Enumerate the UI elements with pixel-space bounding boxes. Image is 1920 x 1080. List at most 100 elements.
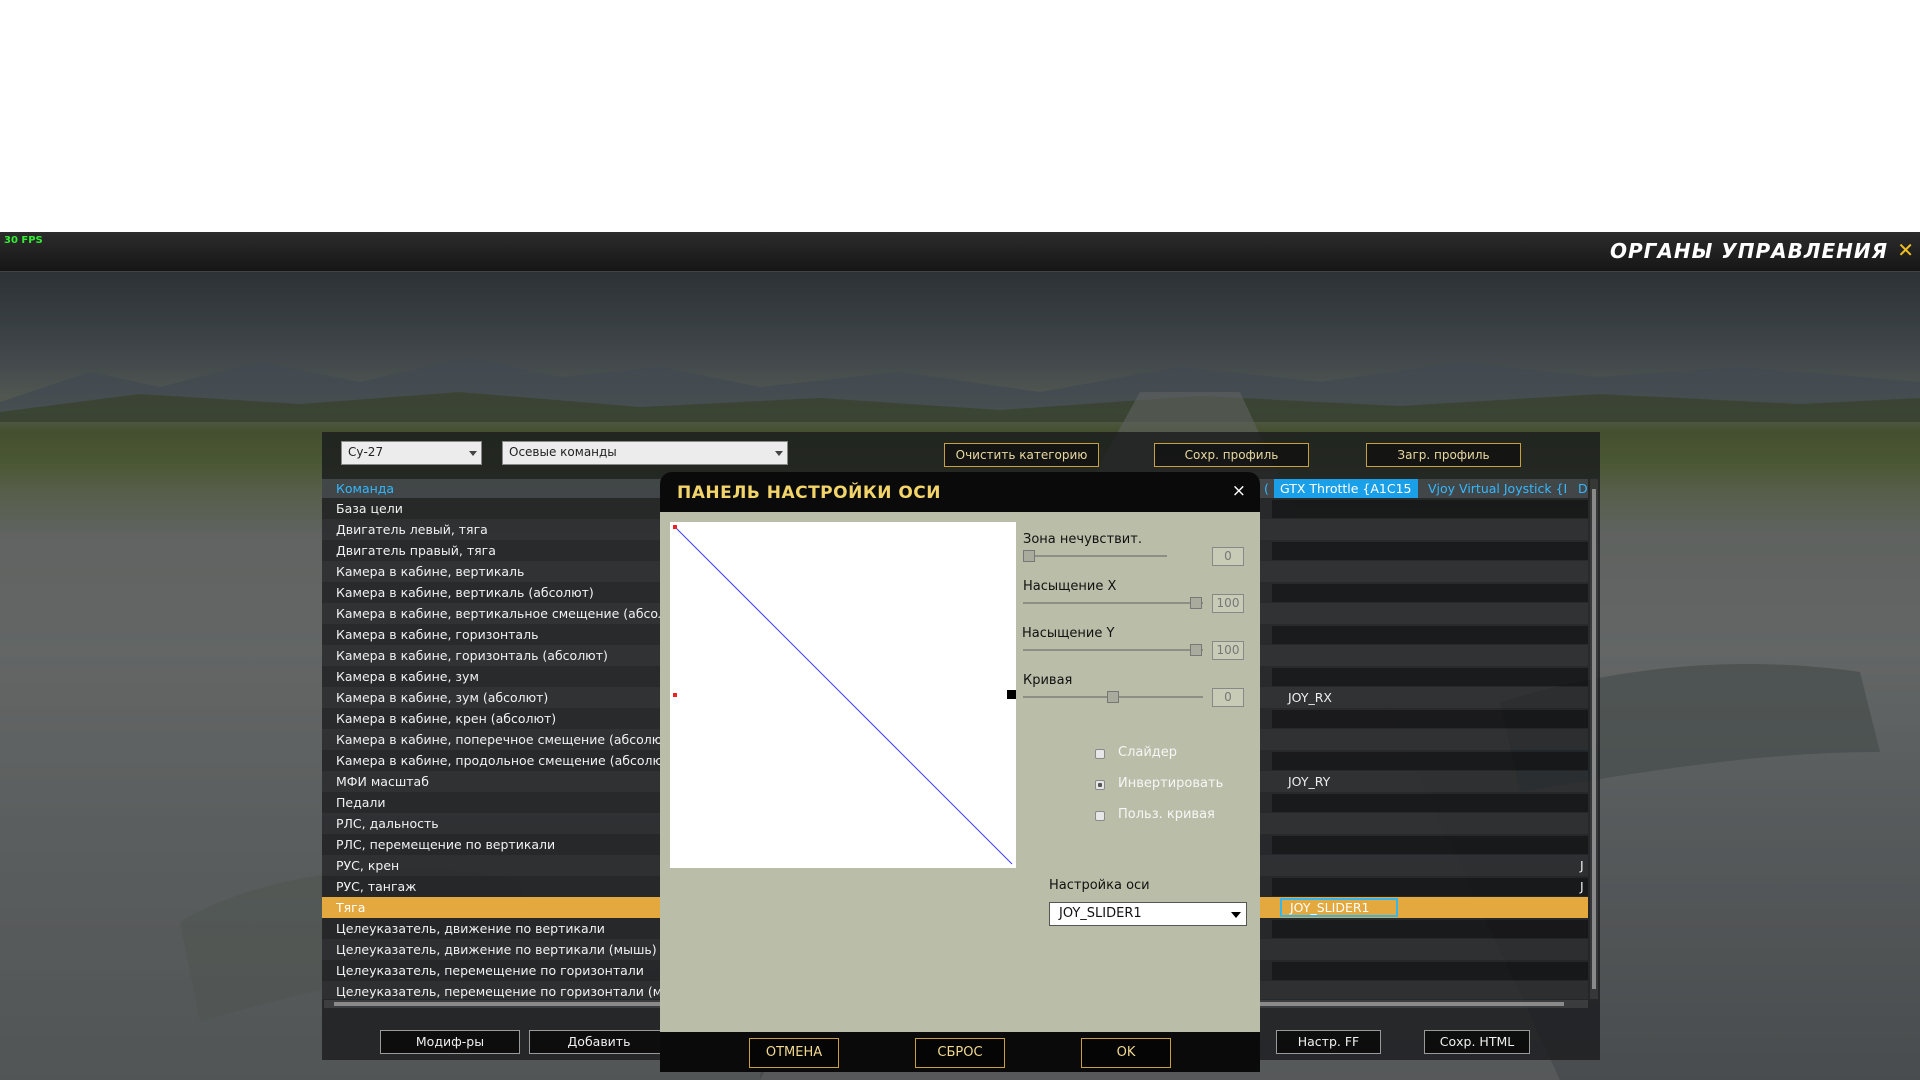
command-name: РУС, тангаж [336,879,417,894]
axis-setting-label: Настройка оси [1049,878,1150,893]
chevron-down-icon [775,451,783,456]
column-header-device[interactable]: D [1572,479,1588,498]
curve-slider[interactable] [1023,691,1203,703]
invert-checkbox-label: Инвертировать [1118,776,1224,791]
command-name: Целеуказатель, перемещение по горизонтал… [336,984,684,999]
row-stripe [1272,878,1588,896]
aircraft-select-value: Су-27 [348,445,384,459]
save-profile-button[interactable]: Сохр. профиль [1154,443,1309,467]
command-name: Целеуказатель, перемещение по горизонтал… [336,963,644,978]
saturation-y-value: 100 [1212,641,1244,660]
dialog-body: Зона нечувствит. 0 Насыщение X 100 Насыщ… [660,512,1260,1032]
row-stripe [1272,500,1588,518]
command-name: МФИ масштаб [336,774,429,789]
saturation-x-label: Насыщение X [1023,579,1117,594]
axis-select[interactable]: JOY_SLIDER1 [1049,902,1247,926]
command-name: Двигатель правый, тяга [336,543,496,558]
axis-position-marker [673,693,677,697]
deadzone-slider[interactable] [1023,550,1167,562]
saturation-y-label: Насыщение Y [1022,626,1115,641]
scrollbar-thumb[interactable] [1592,489,1596,989]
row-stripe [1272,626,1588,644]
dialog-title: ПАНЕЛЬ НАСТРОЙКИ ОСИ [677,483,942,503]
command-name: Камера в кабине, вертикаль [336,564,525,579]
slider-handle[interactable] [1190,597,1202,609]
row-stripe [1272,542,1588,560]
response-curve [673,525,1013,865]
category-select[interactable]: Осевые команды [502,441,788,465]
row-stripe [1272,710,1588,728]
saturation-x-slider[interactable] [1023,597,1203,609]
command-name: Камера в кабине, зум [336,669,479,684]
command-name: Целеуказатель, движение по вертикали (мы… [336,942,657,957]
column-header-command[interactable]: Команда [336,481,394,496]
command-name: Целеуказатель, движение по вертикали [336,921,605,936]
clear-category-button[interactable]: Очистить категорию [944,443,1099,467]
binding-cell[interactable]: JOY_RX [1288,690,1332,705]
load-profile-button[interactable]: Загр. профиль [1366,443,1521,467]
slider-checkbox[interactable] [1095,749,1105,759]
slider-checkbox-label: Слайдер [1118,745,1178,760]
binding-cell-edge[interactable]: J [1580,879,1584,894]
slider-handle[interactable] [1190,644,1202,656]
category-select-value: Осевые команды [509,445,617,459]
slider-handle[interactable] [1023,550,1035,562]
binding-cell-edge[interactable]: J [1580,858,1584,873]
curve-value: 0 [1212,688,1244,707]
ok-button[interactable]: OK [1081,1038,1171,1068]
aircraft-select[interactable]: Су-27 [341,441,482,465]
save-html-button[interactable]: Сохр. HTML [1424,1030,1530,1054]
close-icon[interactable]: × [1232,481,1246,501]
row-stripe [1272,920,1588,938]
command-name: Камера в кабине, горизонталь [336,627,539,642]
curve-endpoint-marker [673,525,677,529]
deadzone-value: 0 [1212,547,1244,566]
axis-curve-graph [670,522,1016,868]
chevron-down-icon [469,451,477,456]
axis-curve-plot [673,525,1016,865]
curve-label: Кривая [1023,673,1073,688]
saturation-y-slider[interactable] [1023,644,1203,656]
add-button[interactable]: Добавить [529,1030,669,1054]
command-name: РЛС, дальность [336,816,439,831]
row-stripe [1272,794,1588,812]
binding-cell[interactable]: JOY_RY [1288,774,1330,789]
row-stripe [1272,752,1588,770]
fps-counter: 30 FPS [4,235,43,246]
modifiers-button[interactable]: Модиф-ры [380,1030,520,1054]
saturation-x-value: 100 [1212,594,1244,613]
close-icon[interactable]: ✕ [1897,238,1914,262]
chevron-down-icon [1231,912,1241,918]
screen-title: ОРГАНЫ УПРАВЛЕНИЯ [1610,239,1888,263]
dialog-header: ПАНЕЛЬ НАСТРОЙКИ ОСИ × [660,472,1260,512]
command-name: Двигатель левый, тяга [336,522,488,537]
command-name: РЛС, перемещение по вертикали [336,837,556,852]
binding-cell[interactable]: JOY_SLIDER1 [1280,898,1398,917]
command-name: Камера в кабине, зум (абсолют) [336,690,549,705]
column-header-device[interactable]: GTX Throttle {A1C15 [1274,479,1418,498]
screen-titlebar: 30 FPS ОРГАНЫ УПРАВЛЕНИЯ ✕ [0,232,1920,272]
command-name: Тяга [336,900,366,915]
slider-handle[interactable] [1107,691,1119,703]
reset-button[interactable]: СБРОС [915,1038,1005,1068]
axis-value-marker [1007,690,1016,699]
axis-select-value: JOY_SLIDER1 [1059,906,1142,921]
ff-settings-button[interactable]: Настр. FF [1276,1030,1381,1054]
command-name: Камера в кабине, вертикальное смещение (… [336,606,684,621]
vertical-scrollbar[interactable] [1590,479,1598,999]
command-name: РУС, крен [336,858,400,873]
command-name: Камера в кабине, крен (абсолют) [336,711,557,726]
user-curve-checkbox-label: Польз. кривая [1118,807,1215,822]
row-stripe [1272,584,1588,602]
user-curve-checkbox[interactable] [1095,811,1105,821]
command-name: Педали [336,795,386,810]
column-header-device[interactable]: ( [1258,479,1274,498]
invert-checkbox[interactable] [1095,780,1105,790]
cancel-button[interactable]: ОТМЕНА [749,1038,839,1068]
command-name: База цели [336,501,403,516]
command-name: Камера в кабине, продольное смещение (аб… [336,753,676,768]
column-header-device[interactable]: Vjoy Virtual Joystick {E [1422,479,1566,498]
command-name: Камера в кабине, горизонталь (абсолют) [336,648,608,663]
deadzone-label: Зона нечувствит. [1023,532,1142,547]
row-stripe [1272,962,1588,980]
